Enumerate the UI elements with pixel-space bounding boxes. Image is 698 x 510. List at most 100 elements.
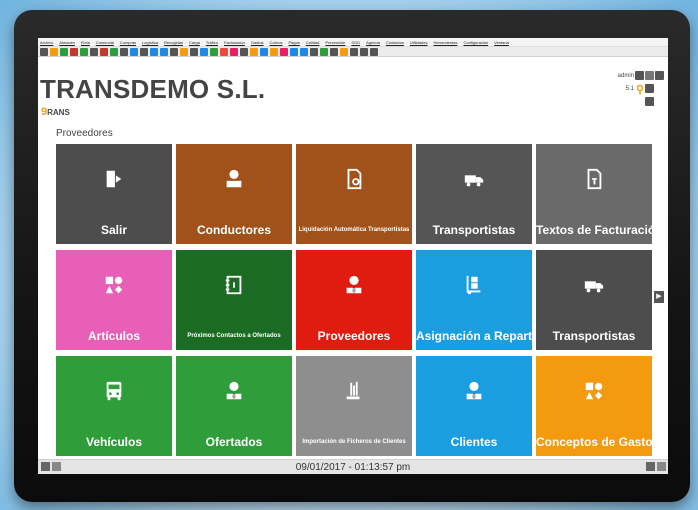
menu-item[interactable]: Pagos — [288, 40, 299, 45]
menu-item[interactable]: Herramientas — [433, 40, 457, 45]
tools-icon[interactable] — [646, 462, 655, 471]
menu-item[interactable]: Facturación — [224, 40, 245, 45]
toolbar-icon[interactable] — [260, 47, 268, 56]
toolbar-icon[interactable] — [50, 47, 58, 56]
menu-item[interactable]: Archivo — [40, 40, 53, 45]
toolbar-icon[interactable] — [200, 47, 208, 56]
toolbar-icon[interactable] — [360, 47, 368, 56]
tile-artículos[interactable]: Artículos — [56, 250, 172, 350]
grid-icon[interactable] — [657, 462, 666, 471]
tile-conceptos-de-gasto[interactable]: Conceptos de Gasto — [536, 356, 652, 456]
tile-label: Liquidación Automática Transportistas — [298, 227, 410, 233]
menu-item[interactable]: Ventana — [494, 40, 509, 45]
toolbar-icon[interactable] — [160, 47, 168, 56]
menu-item[interactable]: Agenda — [366, 40, 380, 45]
tile-conductores[interactable]: Conductores — [176, 144, 292, 244]
toolbar-icon[interactable] — [300, 47, 308, 56]
import-icon — [296, 380, 412, 406]
next-page-arrow-icon[interactable]: ▶ — [654, 291, 664, 303]
lock-icon[interactable] — [645, 97, 654, 106]
toolbar-icon[interactable] — [150, 47, 158, 56]
menu-item[interactable]: Almacén — [59, 40, 75, 45]
tile-transportistas[interactable]: Transportistas — [536, 250, 652, 350]
menu-item[interactable]: Contactos — [386, 40, 404, 45]
exit-icon — [56, 168, 172, 194]
toolbar-icon[interactable] — [210, 47, 218, 56]
tile-importación-de-ficheros-de-clientes[interactable]: Importación de Ficheros de Clientes — [296, 356, 412, 456]
document-icon — [296, 168, 412, 194]
menu-item[interactable]: Carga — [189, 40, 200, 45]
lock-icon[interactable] — [52, 462, 61, 471]
tile-vehículos[interactable]: Vehículos — [56, 356, 172, 456]
toolbar-icon[interactable] — [170, 47, 178, 56]
toolbar-icon[interactable] — [240, 47, 248, 56]
toolbar-icon[interactable] — [140, 47, 148, 56]
toolbar-icon[interactable] — [90, 47, 98, 56]
toolbar-icon[interactable] — [110, 47, 118, 56]
toolbar-icon[interactable] — [250, 47, 258, 56]
menu-item[interactable]: Tráfico — [206, 40, 218, 45]
toolbar-icon[interactable] — [100, 47, 108, 56]
bus-icon — [56, 380, 172, 406]
toolbar-icon[interactable] — [280, 47, 288, 56]
tile-liquidación-automática-transportistas[interactable]: Liquidación Automática Transportistas — [296, 144, 412, 244]
menu-item[interactable]: Recogidas — [164, 40, 183, 45]
toolbar-icon[interactable] — [290, 47, 298, 56]
tile-próximos-contactos-a-ofertados[interactable]: Próximos Contactos a Ofertados — [176, 250, 292, 350]
tile-label: Proveedores — [317, 329, 391, 343]
user-icon[interactable] — [635, 71, 644, 80]
person-tie-icon — [296, 274, 412, 300]
tile-transportistas[interactable]: Transportistas — [416, 144, 532, 244]
app-logo: 9RANS — [41, 106, 70, 118]
menu-item[interactable]: Calidad — [306, 40, 320, 45]
tile-ofertados[interactable]: Ofertados — [176, 356, 292, 456]
tile-label: Artículos — [87, 329, 140, 343]
menu-item[interactable]: Utilidades — [410, 40, 428, 45]
toolbar-icon[interactable] — [70, 47, 78, 56]
menu-item[interactable]: Comercial — [96, 40, 114, 45]
toolbar-icon[interactable] — [80, 47, 88, 56]
toolbar-icon[interactable] — [40, 47, 48, 56]
toolbar-icon[interactable] — [320, 47, 328, 56]
toolbar-icon[interactable] — [310, 47, 318, 56]
toolbar-icon[interactable] — [340, 47, 348, 56]
menu-item[interactable]: Compras — [120, 40, 136, 45]
menu-item[interactable]: Logística — [142, 40, 158, 45]
tile-label: Vehículos — [85, 435, 143, 449]
toolbar-icon[interactable] — [230, 47, 238, 56]
toolbar-icon[interactable] — [60, 47, 68, 56]
toolbar-icon[interactable] — [130, 47, 138, 56]
toolbar-icon[interactable] — [370, 47, 378, 56]
tile-asignación-a-reparto[interactable]: Asignación a Reparto — [416, 250, 532, 350]
user-panel: admin 5.1 ⚲ — [584, 64, 664, 124]
exit-door-icon[interactable] — [41, 462, 50, 471]
toolbar-icon[interactable] — [190, 47, 198, 56]
menu-item[interactable]: Gastos — [251, 40, 264, 45]
tile-grid: Salir Conductores Liquidación Automática T… — [56, 144, 652, 456]
menu-item[interactable]: Configuración — [463, 40, 488, 45]
menu-item[interactable]: Flota — [81, 40, 90, 45]
toolbar-icon[interactable] — [120, 47, 128, 56]
section-title: Proveedores — [56, 128, 113, 139]
window-icon[interactable] — [645, 84, 654, 93]
menu-item[interactable]: SGD — [351, 40, 360, 45]
menu-item[interactable]: Prevención — [325, 40, 345, 45]
minimize-icon[interactable] — [645, 71, 654, 80]
toolbar-icon[interactable] — [220, 47, 228, 56]
maximize-icon[interactable] — [655, 71, 664, 80]
version-label: 5.1 — [625, 86, 634, 92]
app-screen: Archivo Almacén Flota Comercial Compras Logís… — [38, 38, 668, 474]
tile-proveedores[interactable]: Proveedores — [296, 250, 412, 350]
tile-label: Textos de Facturación — [536, 223, 652, 237]
menu-item[interactable]: Cobros — [270, 40, 283, 45]
tile-salir[interactable]: Salir — [56, 144, 172, 244]
tile-textos-de-facturación[interactable]: Textos de Facturación — [536, 144, 652, 244]
toolbar-icon[interactable] — [350, 47, 358, 56]
toolbar-icon[interactable] — [180, 47, 188, 56]
person-tie-icon — [416, 380, 532, 406]
tile-label: Próximos Contactos a Ofertados — [187, 333, 281, 339]
toolbar-icon[interactable] — [270, 47, 278, 56]
toolbar-icon[interactable] — [330, 47, 338, 56]
tile-clientes[interactable]: Clientes — [416, 356, 532, 456]
shapes-icon — [536, 380, 652, 406]
